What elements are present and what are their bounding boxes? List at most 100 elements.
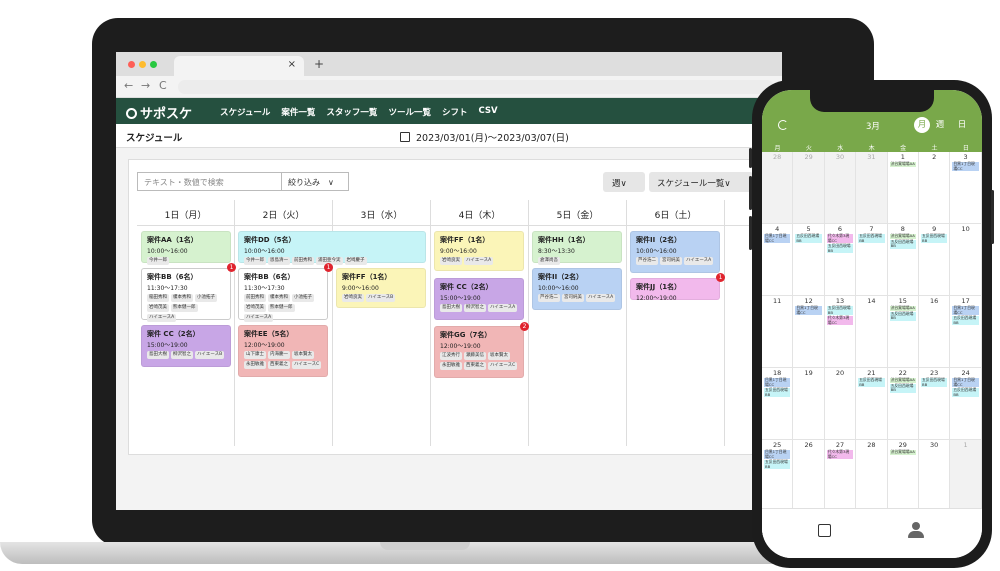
menu-schedule[interactable]: スケジュール (220, 106, 270, 118)
schedule-card[interactable]: 案件GG（7名） 12:00〜19:00 江波秀行 瀬藤美信 坂本賢太 永田敏雅 西東義之ハ… (434, 326, 524, 378)
staff-chip[interactable]: 永田敏雅 (244, 361, 266, 369)
calendar-event[interactable]: 五反田西現場BB (921, 377, 948, 388)
calendar-event[interactable]: 五反田西現場BB (826, 305, 854, 316)
schedule-card[interactable]: 案件II（2名） 10:00〜16:00 芦谷浩二 宮司純美 ハイエースA (532, 268, 622, 310)
staff-chip[interactable]: 岩崎良実 (342, 294, 364, 302)
calendar-day-cell[interactable]: 17 目黒1丁目現場CC 五反田西現場BB (950, 296, 982, 368)
calendar-day-cell[interactable]: 26 (793, 440, 825, 512)
calendar-day-cell[interactable]: 25 目黒1丁目現場CC 五反田西現場BB (762, 440, 794, 512)
calendar-event[interactable]: 渋谷案場場AA (889, 305, 916, 311)
schedule-card[interactable]: 案件 CC（2名） 15:00〜19:00 島田大樹 柳沢智之 ハイエースA (434, 278, 524, 320)
calendar-event[interactable]: 五反田西現場BB (858, 233, 885, 244)
calendar-event[interactable]: 五反田西現場BB (826, 243, 854, 254)
calendar-day-cell[interactable]: 1 (950, 440, 982, 512)
staff-chip[interactable]: 瀬藤美信 (464, 352, 486, 360)
staff-chip[interactable]: ハイエースA (586, 294, 616, 302)
staff-chip[interactable]: 前田秀和 (292, 257, 314, 265)
schedule-card[interactable]: 案件FF（1名） 9:00〜16:00 岩崎良実 ハイエースA (434, 231, 524, 271)
calendar-day-cell[interactable]: 29 渋谷案場場AA (887, 440, 919, 512)
staff-chip[interactable]: 内海慶一 (268, 351, 290, 359)
calendar-day-cell[interactable]: 4 目黒1丁目現場CC (762, 224, 794, 296)
calendar-day-cell[interactable]: 16 (919, 296, 951, 368)
staff-chip[interactable]: 小池拓子 (292, 294, 314, 302)
staff-chip[interactable]: ハイエースA (684, 257, 714, 265)
calendar-event[interactable]: 五反田西現場BB (952, 387, 979, 398)
refresh-icon[interactable] (778, 120, 788, 130)
calendar-day-cell[interactable]: 13 五反田西現場BB 代々木第3現場CC (824, 296, 857, 368)
calendar-event[interactable]: 五反田西現場BB (921, 233, 948, 244)
app-logo[interactable]: サポスケ (126, 103, 192, 122)
calendar-tab-icon[interactable] (818, 524, 831, 537)
calendar-day-cell[interactable]: 7 五反田西現場BB (856, 224, 888, 296)
notification-badge[interactable]: 1 (324, 263, 333, 272)
schedule-card[interactable]: 案件AA（1名） 10:00〜16:00 今井一郎 (141, 231, 231, 265)
calendar-event[interactable]: 代々木第3現場CC (826, 315, 854, 326)
notification-badge[interactable]: 1 (227, 263, 236, 272)
browser-tab[interactable]: × (174, 56, 304, 76)
view-month-toggle[interactable]: 月 (914, 117, 930, 133)
staff-chip[interactable]: 岩崎良実 (440, 257, 462, 265)
calendar-day-cell[interactable]: 21 五反田西現場BB (856, 368, 888, 440)
staff-chip[interactable]: 山下康士 (244, 351, 266, 359)
search-input[interactable]: テキスト・数値で検索 (137, 172, 283, 191)
staff-chip[interactable]: 倉澤尚吾 (538, 257, 560, 265)
staff-chip[interactable]: 坂本賢太 (488, 352, 510, 360)
staff-chip[interactable]: ハイエースA (488, 304, 518, 312)
staff-chip[interactable]: ハイエースA (464, 257, 494, 265)
schedule-card[interactable]: 案件II（2名） 10:00〜16:00 芦谷浩二 宮司純美 ハイエースA (630, 231, 720, 273)
calendar-day-cell[interactable]: 12 目黒1丁目現場CC (793, 296, 825, 368)
calendar-event[interactable]: 渋谷案場場AA (889, 233, 916, 239)
staff-chip[interactable]: 榎本秀和 (171, 294, 193, 302)
calendar-day-cell[interactable]: 15 渋谷案場場AA 五反田西現場BB (887, 296, 919, 368)
calendar-day-cell[interactable]: 10 (950, 224, 982, 296)
forward-icon[interactable]: → (141, 79, 150, 92)
calendar-event[interactable]: 目黒1丁目現場CC (764, 449, 791, 460)
calendar-event[interactable]: 五反田西現場BB (858, 377, 885, 388)
schedule-card[interactable]: 案件FF（1名） 9:00〜16:00 岩崎良実 ハイエースB (336, 268, 426, 308)
schedule-card[interactable]: 案件HH（1名） 8:30〜13:30 倉澤尚吾 (532, 231, 622, 265)
staff-chip[interactable]: 柳沢智之 (171, 351, 193, 359)
calendar-event[interactable]: 五反田西現場BB (795, 233, 822, 244)
calendar-day-cell[interactable]: 28 (762, 152, 794, 224)
calendar-day-cell[interactable]: 22 渋谷案場場AA 五反田西現場BB (887, 368, 919, 440)
calendar-day-cell[interactable]: 31 (856, 152, 888, 224)
filter-dropdown[interactable]: 絞り込み ∨ (281, 172, 349, 191)
staff-chip[interactable]: 前田秀和 (244, 294, 266, 302)
staff-chip[interactable]: ハイエースA (147, 314, 177, 322)
staff-chip[interactable]: 芦谷浩二 (538, 294, 560, 302)
calendar-day-cell[interactable]: 19 (793, 368, 825, 440)
calendar-day-cell[interactable]: 20 (824, 368, 857, 440)
menu-staff[interactable]: スタッフ一覧 (326, 106, 377, 118)
staff-chip[interactable]: 永田敏雅 (440, 362, 462, 370)
calendar-event[interactable]: 代々木第3現場CC (826, 233, 854, 244)
staff-chip[interactable]: 島田大樹 (147, 351, 169, 359)
staff-chip[interactable]: 榎本秀和 (268, 294, 290, 302)
calendar-event[interactable]: 五反田西現場BB (952, 315, 979, 326)
window-maximize-dot[interactable] (150, 61, 157, 68)
menu-projects[interactable]: 案件一覧 (281, 106, 315, 118)
back-icon[interactable]: ← (124, 79, 133, 92)
calendar-event[interactable]: 渋谷案場場AA (889, 449, 916, 455)
staff-chip[interactable]: 西東義之 (268, 361, 290, 369)
staff-chip[interactable]: 宮司純美 (660, 257, 682, 265)
staff-chip[interactable]: 恩島清一 (268, 257, 290, 265)
window-close-dot[interactable] (128, 61, 135, 68)
staff-chip[interactable]: 柳沢智之 (464, 304, 486, 312)
calendar-day-cell[interactable]: 5 五反田西現場BB (793, 224, 825, 296)
tab-close-icon[interactable]: × (288, 59, 296, 70)
calendar-day-cell[interactable]: 30 (824, 152, 857, 224)
url-field[interactable] (178, 80, 774, 94)
calendar-day-cell[interactable]: 3 目黒1丁目現場CC (950, 152, 982, 224)
week-view-button[interactable]: 週∨ (603, 172, 645, 192)
calendar-event[interactable]: 五反田西現場BB (889, 239, 916, 249)
schedule-card[interactable]: 案件BB（6名） 11:30〜17:30 稲田秀和 榎本秀和 小池拓子 岩崎茂美 熊本健一郎… (141, 268, 231, 322)
menu-tools[interactable]: ツール一覧 (388, 106, 431, 118)
calendar-event[interactable]: 目黒1丁目現場CC (952, 161, 979, 172)
calendar-day-cell[interactable]: 1 渋谷案場場AA (887, 152, 919, 224)
calendar-event[interactable]: 渋谷案場場AA (889, 377, 916, 383)
staff-chip[interactable]: 坂本賢太 (292, 351, 314, 359)
calendar-event[interactable]: 目黒1丁目現場CC (764, 233, 791, 244)
date-range[interactable]: 2023/03/01(月)〜2023/03/07(日) (400, 130, 569, 144)
staff-chip[interactable]: 西東義之 (464, 362, 486, 370)
schedule-card[interactable]: 案件BB（6名） 11:30〜17:30 前田秀和 榎本秀和 小池拓子 岩崎茂美 熊本健一郎… (238, 268, 328, 322)
